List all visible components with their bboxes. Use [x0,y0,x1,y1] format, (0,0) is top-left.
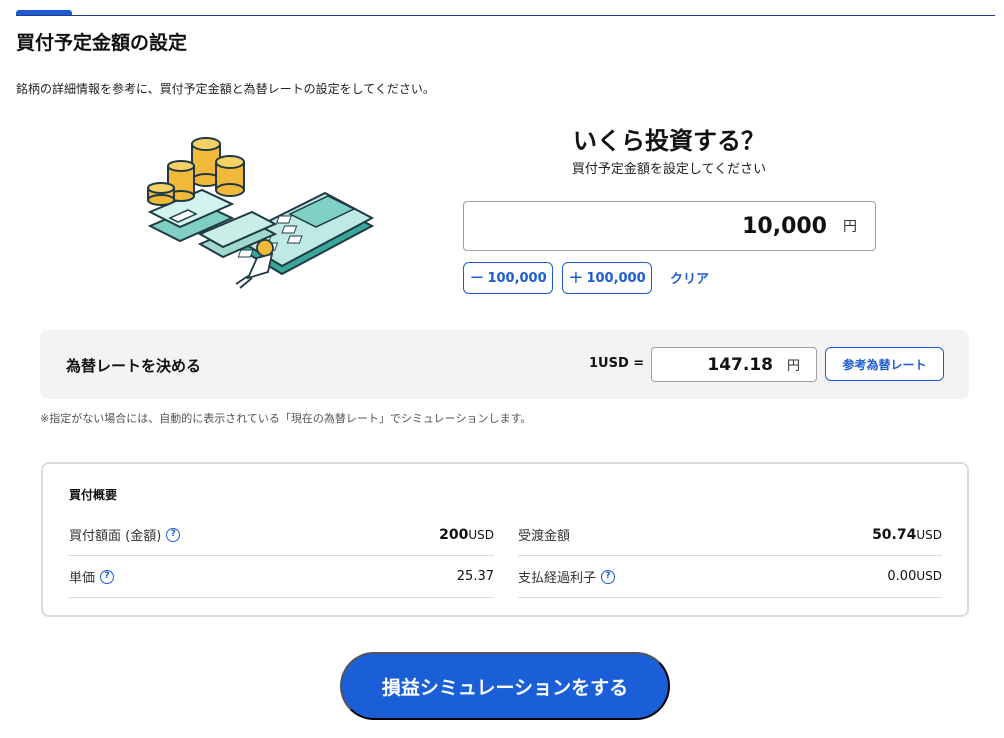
summary-title: 買付概要 [69,488,118,502]
summary-row-unit-price: 単価 ? 25.37 [69,556,494,598]
summary-row-value: 25.37 [456,569,494,584]
amount-subheading: 買付予定金額を設定してください [571,162,767,177]
summary-row-label: 買付額面 (金額) [69,529,162,544]
summary-row-accrued-interest: 支払経過利子 ? 0.00USD [518,556,942,598]
profit-loss-simulation-button[interactable]: 損益シミュレーションをする [340,652,670,720]
amount-unit: 円 [843,219,857,235]
help-icon[interactable]: ? [601,569,616,584]
summary-row-value: 50.74 [872,526,917,543]
amount-input[interactable]: 10,000 円 [463,201,876,251]
fx-base-label: 1USD = [589,356,645,371]
fx-rate-panel: 為替レートを決める 1USD = 147.18 円 参考為替レート [40,330,969,399]
summary-row-face-amount: 買付額面 (金額) ? 200USD [69,514,494,556]
fx-default-note: ※指定がない場合には、自動的に表示されている「現在の為替レート」でシミュレーショ… [40,412,532,425]
minus-icon: − [469,267,485,288]
purchase-summary-card: 買付概要 買付額面 (金額) ? 200USD 単価 ? 25.37 受渡金額 … [41,462,969,617]
fx-rate-unit: 円 [786,359,800,374]
amount-heading: いくら投資する？ [573,127,765,155]
coins-money-calculator-illustration [140,126,380,296]
page-title: 買付予定金額の設定 [16,32,188,54]
summary-row-unit: USD [916,569,942,583]
summary-row-unit: USD [468,527,494,542]
summary-row-settlement-amount: 受渡金額 50.74USD [518,514,942,556]
summary-row-label: 支払経過利子 [518,571,597,586]
decrease-amount-button[interactable]: − 100,000 [463,262,553,294]
intro-text: 銘柄の詳細情報を参考に、買付予定金額と為替レートの設定をしてください。 [16,82,435,96]
summary-row-unit: USD [916,527,942,542]
help-icon[interactable]: ? [166,527,181,542]
summary-row-value: 200 [439,526,469,543]
section-divider [16,15,995,16]
help-icon[interactable]: ? [100,569,115,584]
decrease-amount-label: 100,000 [487,270,547,286]
summary-row-label: 単価 [69,571,96,586]
clear-amount-link[interactable]: クリア [670,268,709,287]
summary-row-label: 受渡金額 [518,529,571,544]
summary-row-value: 0.00 [887,569,917,584]
fx-rate-value: 147.18 [707,354,773,375]
increase-amount-button[interactable]: + 100,000 [562,262,652,294]
amount-value: 10,000 [742,213,827,239]
fx-rate-title: 為替レートを決める [66,357,202,375]
increase-amount-label: 100,000 [586,270,646,286]
reference-fx-rate-button[interactable]: 参考為替レート [825,347,944,381]
plus-icon: + [568,267,584,288]
fx-rate-input[interactable]: 147.18 円 [651,347,817,382]
